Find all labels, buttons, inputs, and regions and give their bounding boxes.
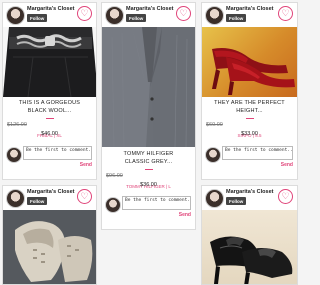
seller-name[interactable]: Margarita's Closet: [226, 6, 273, 12]
product-title[interactable]: THIS IS A GORGEOUS BLACK WOOL...: [3, 100, 96, 115]
comment-input[interactable]: Be the first to comment...: [122, 196, 191, 210]
divider: [144, 169, 153, 170]
send-button[interactable]: Send: [80, 162, 92, 168]
comment-input[interactable]: Be the first to comment...: [222, 146, 293, 160]
product-photo[interactable]: [102, 27, 195, 147]
product-photo[interactable]: [3, 210, 96, 284]
comment-input[interactable]: Be the first to comment...: [23, 146, 92, 160]
card-header: Margarita's Closet Follow ♡: [3, 3, 96, 27]
card-header: Margarita's Closet Follow ♡: [102, 3, 195, 27]
seller-name[interactable]: Margarita's Closet: [126, 6, 173, 12]
product-info: TOMMY HILFIGER CLASSIC GREY... $96.00 $3…: [102, 151, 195, 189]
seller-avatar[interactable]: [105, 6, 124, 25]
original-price: $126.00: [7, 122, 27, 128]
original-price: $96.00: [106, 173, 123, 179]
card-header: Margarita's Closet Follow ♡: [3, 186, 96, 210]
product-info: THEY ARE THE PERFECT HEIGHT... $60.00 $3…: [202, 100, 297, 138]
listing-card: Margarita's Closet Follow ♡: [201, 185, 298, 285]
divider: [245, 118, 254, 119]
follow-button[interactable]: Follow: [226, 14, 247, 22]
follow-button[interactable]: Follow: [226, 197, 247, 205]
send-button[interactable]: Send: [281, 162, 293, 168]
heart-icon[interactable]: ♡: [77, 6, 92, 21]
seller-name[interactable]: Margarita's Closet: [226, 189, 273, 195]
price: $46.00: [41, 131, 58, 137]
follow-button[interactable]: Follow: [126, 14, 147, 22]
product-photo[interactable]: [202, 27, 297, 97]
listing-card: Margarita's Closet Follow ♡ THIS IS A GO…: [2, 2, 97, 180]
comment-section: Be the first to comment... Send: [102, 195, 195, 219]
card-header: Margarita's Closet Follow ♡: [202, 186, 297, 210]
comment-section: Be the first to comment... Send: [202, 145, 297, 169]
follow-button[interactable]: Follow: [27, 197, 48, 205]
listing-card: Margarita's Closet Follow ♡: [2, 185, 97, 285]
heart-icon[interactable]: ♡: [77, 189, 92, 204]
follow-button[interactable]: Follow: [27, 14, 48, 22]
price-row: $60.00 $33.00: [202, 122, 297, 137]
price-row: $126.00 $46.00: [3, 122, 96, 137]
commenter-avatar: [6, 147, 22, 163]
comment-section: Be the first to comment... Send: [3, 145, 96, 169]
product-photo[interactable]: [202, 210, 297, 284]
heart-icon[interactable]: ♡: [278, 189, 293, 204]
listing-card: Margarita's Closet Follow ♡ THEY ARE THE…: [201, 2, 298, 180]
commenter-avatar: [105, 197, 121, 213]
price: $36.00: [140, 182, 157, 188]
divider: [45, 118, 54, 119]
card-header: Margarita's Closet Follow ♡: [202, 3, 297, 27]
price: $33.00: [241, 131, 258, 137]
product-photo[interactable]: [3, 27, 96, 97]
listing-card: Margarita's Closet Follow ♡ TOMMY HILFIG…: [101, 2, 196, 230]
heart-icon[interactable]: ♡: [176, 6, 191, 21]
product-title[interactable]: TOMMY HILFIGER CLASSIC GREY...: [102, 151, 195, 166]
commenter-avatar: [205, 147, 221, 163]
send-button[interactable]: Send: [179, 212, 191, 218]
product-title[interactable]: THEY ARE THE PERFECT HEIGHT...: [202, 100, 297, 115]
seller-name[interactable]: Margarita's Closet: [27, 189, 74, 195]
seller-avatar[interactable]: [6, 189, 25, 208]
price-row: $96.00 $36.00: [102, 173, 195, 188]
product-info: THIS IS A GORGEOUS BLACK WOOL... $126.00…: [3, 100, 96, 138]
seller-avatar[interactable]: [205, 6, 224, 25]
seller-name[interactable]: Margarita's Closet: [27, 6, 74, 12]
seller-avatar[interactable]: [205, 189, 224, 208]
original-price: $60.00: [206, 122, 223, 128]
heart-icon[interactable]: ♡: [278, 6, 293, 21]
seller-avatar[interactable]: [6, 6, 25, 25]
